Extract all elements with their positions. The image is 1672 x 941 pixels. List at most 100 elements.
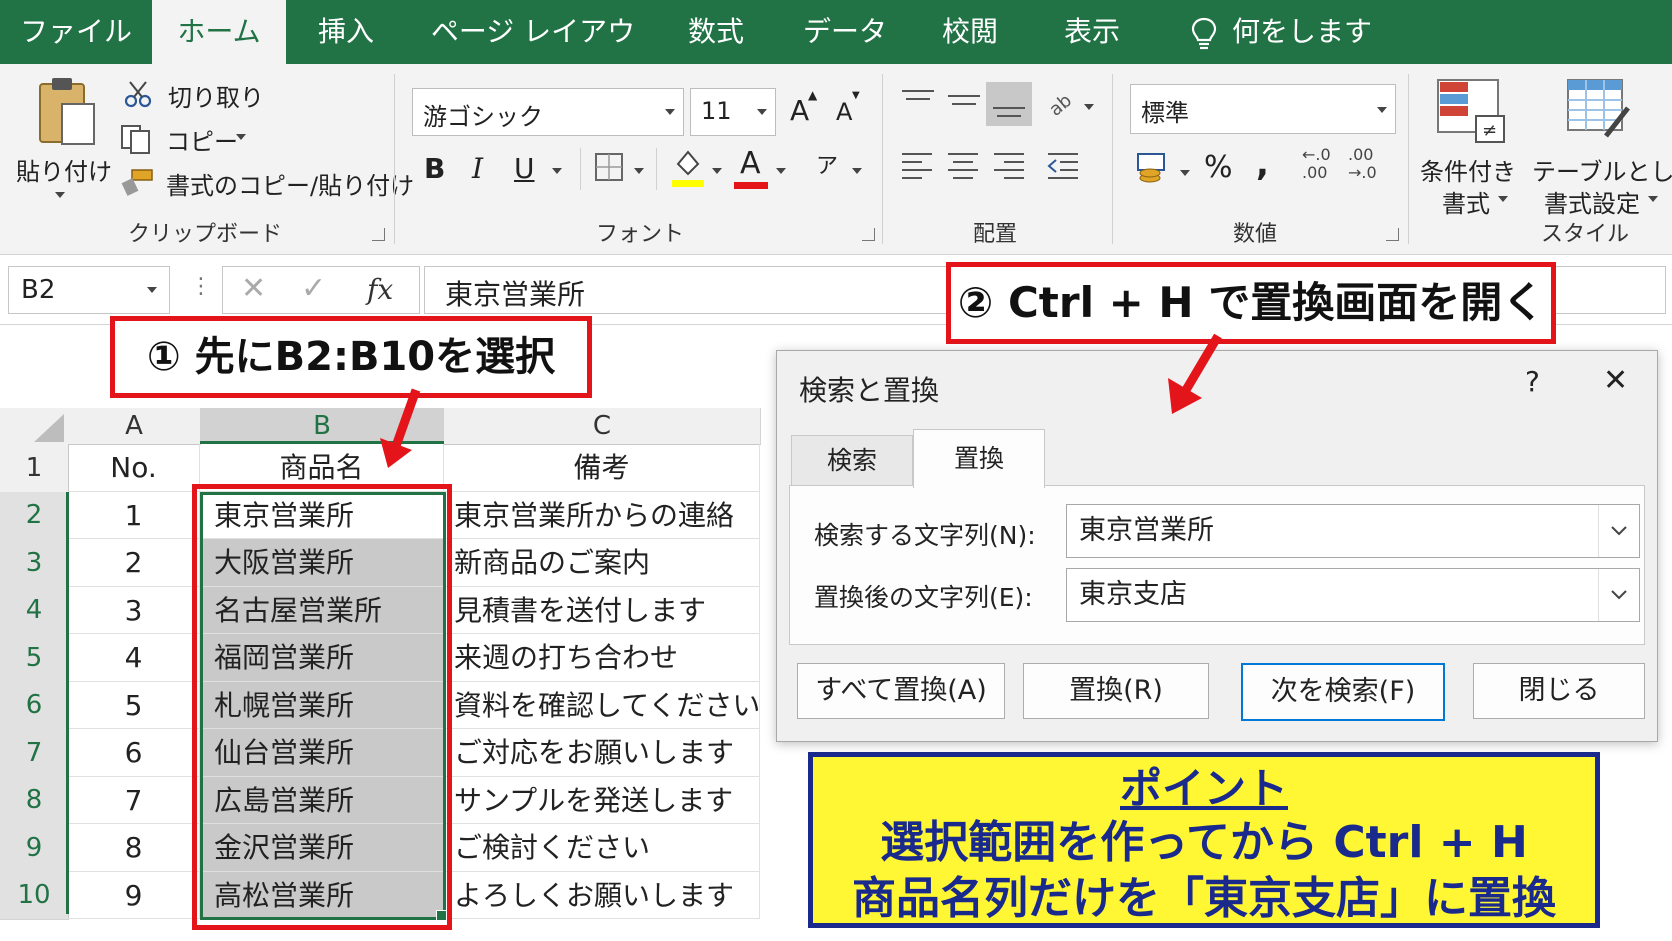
table-cell[interactable]: サンプルを発送します: [444, 777, 760, 824]
format-painter-button[interactable]: 書式のコピー/貼り付け: [166, 166, 414, 201]
table-cell[interactable]: よろしくお願いします: [444, 872, 760, 919]
table-cell[interactable]: 1: [68, 492, 200, 539]
row-header[interactable]: 10: [0, 872, 69, 920]
paste-dropdown-icon[interactable]: [55, 192, 65, 198]
bold-button[interactable]: B: [424, 152, 445, 185]
font-size-select[interactable]: 11: [690, 88, 776, 136]
replace-with-input[interactable]: 東京支店: [1066, 568, 1640, 622]
format-as-table-icon[interactable]: [1566, 78, 1632, 142]
format-as-table-button[interactable]: テーブルとして: [1532, 152, 1672, 187]
replace-all-button[interactable]: すべて置換(A): [797, 663, 1005, 719]
percent-button[interactable]: %: [1204, 150, 1233, 185]
tab-replace[interactable]: 置換: [913, 429, 1045, 488]
cut-button[interactable]: 切り取り: [168, 78, 264, 113]
table-cell[interactable]: 7: [68, 777, 200, 824]
replace-history-dropdown[interactable]: [1598, 569, 1639, 621]
column-header-c[interactable]: C: [444, 408, 761, 445]
tab-formulas[interactable]: 数式: [668, 0, 764, 64]
align-middle-icon[interactable]: [946, 88, 982, 116]
format-as-table-dropdown-icon[interactable]: [1648, 196, 1658, 202]
row-header[interactable]: 9: [0, 824, 69, 873]
tab-home[interactable]: ホーム: [152, 0, 286, 64]
increase-decimal-icon[interactable]: ←.0.00: [1302, 146, 1331, 182]
find-next-button[interactable]: 次を検索(F): [1241, 663, 1445, 721]
header-cell[interactable]: No.: [68, 444, 200, 492]
row-header[interactable]: 5: [0, 634, 69, 683]
table-cell[interactable]: 来週の打ち合わせ: [444, 634, 760, 682]
font-launcher-icon[interactable]: [862, 228, 875, 241]
help-button[interactable]: ?: [1525, 365, 1540, 398]
number-launcher-icon[interactable]: [1386, 228, 1399, 241]
orientation-dropdown-icon[interactable]: [1084, 104, 1094, 110]
row-header[interactable]: 8: [0, 777, 69, 825]
font-color-dropdown-icon[interactable]: [776, 168, 786, 174]
tab-data[interactable]: データ: [790, 0, 900, 64]
row-header[interactable]: 4: [0, 587, 69, 635]
font-name-select[interactable]: 游ゴシック: [412, 88, 684, 136]
currency-icon[interactable]: [1136, 152, 1172, 186]
align-top-icon[interactable]: [900, 88, 936, 112]
table-cell[interactable]: 見積書を送付します: [444, 587, 760, 634]
table-cell[interactable]: 4: [68, 634, 200, 682]
tab-review[interactable]: 校閲: [920, 0, 1020, 64]
decrease-font-button[interactable]: A: [836, 98, 852, 126]
border-icon[interactable]: [594, 152, 624, 182]
lightbulb-icon[interactable]: [1188, 16, 1220, 52]
table-cell[interactable]: 2: [68, 539, 200, 587]
table-cell[interactable]: 3: [68, 587, 200, 634]
copy-button[interactable]: コピー: [166, 122, 238, 157]
tab-view[interactable]: 表示: [1042, 0, 1142, 64]
table-cell[interactable]: 6: [68, 729, 200, 777]
tell-me-search[interactable]: 何をしますか: [1232, 0, 1382, 112]
table-cell[interactable]: 新商品のご案内: [444, 539, 760, 587]
align-bottom-button[interactable]: [986, 82, 1032, 126]
table-cell[interactable]: ご対応をお願いします: [444, 729, 760, 777]
currency-dropdown-icon[interactable]: [1180, 170, 1190, 176]
find-history-dropdown[interactable]: [1598, 505, 1639, 557]
align-right-icon[interactable]: [992, 150, 1026, 182]
cancel-icon[interactable]: ✕: [241, 271, 266, 306]
clipboard-launcher-icon[interactable]: [372, 228, 385, 241]
table-cell[interactable]: 8: [68, 824, 200, 872]
paste-icon[interactable]: [36, 74, 98, 150]
table-cell[interactable]: 東京営業所からの連絡: [444, 492, 760, 539]
paste-button[interactable]: 貼り付け: [16, 152, 112, 187]
decrease-indent-icon[interactable]: [1046, 150, 1080, 182]
enter-icon[interactable]: ✓: [301, 271, 326, 306]
conditional-formatting-icon[interactable]: ≠: [1436, 78, 1508, 144]
increase-font-button[interactable]: A: [790, 94, 809, 127]
row-header[interactable]: 2: [0, 492, 69, 540]
italic-button[interactable]: I: [472, 152, 483, 185]
decrease-decimal-icon[interactable]: .00 →.0: [1348, 146, 1377, 182]
align-left-icon[interactable]: [900, 150, 934, 182]
align-center-icon[interactable]: [946, 150, 980, 182]
select-all-corner[interactable]: [0, 408, 69, 445]
comma-button[interactable]: ,: [1256, 144, 1269, 184]
fill-color-dropdown-icon[interactable]: [712, 168, 722, 174]
tab-find[interactable]: 検索: [791, 435, 913, 486]
copy-dropdown-icon[interactable]: [236, 134, 246, 140]
close-icon[interactable]: ✕: [1603, 363, 1628, 398]
close-button[interactable]: 閉じる: [1473, 663, 1645, 719]
tab-file[interactable]: ファイル: [12, 0, 140, 64]
orientation-icon[interactable]: ab: [1044, 86, 1078, 120]
row-header[interactable]: 7: [0, 729, 69, 778]
table-cell[interactable]: 5: [68, 682, 200, 729]
column-header-a[interactable]: A: [68, 408, 201, 445]
conditional-formatting-button[interactable]: 条件付き: [1420, 152, 1516, 187]
phonetic-icon[interactable]: ア: [816, 148, 838, 180]
conditional-dropdown-icon[interactable]: [1498, 196, 1508, 202]
name-box[interactable]: B2: [8, 266, 170, 314]
replace-button[interactable]: 置換(R): [1023, 663, 1209, 719]
row-header[interactable]: 1: [0, 444, 69, 493]
row-header[interactable]: 6: [0, 682, 69, 730]
find-what-input[interactable]: 東京営業所: [1066, 504, 1640, 558]
fill-color-icon[interactable]: [670, 146, 706, 188]
tab-insert[interactable]: 挿入: [296, 0, 396, 64]
font-color-button[interactable]: A: [740, 146, 761, 181]
row-header[interactable]: 3: [0, 539, 69, 588]
phonetic-dropdown-icon[interactable]: [852, 168, 862, 174]
table-cell[interactable]: ご検討ください: [444, 824, 760, 872]
table-cell[interactable]: 9: [68, 872, 200, 919]
underline-dropdown-icon[interactable]: [552, 168, 562, 174]
